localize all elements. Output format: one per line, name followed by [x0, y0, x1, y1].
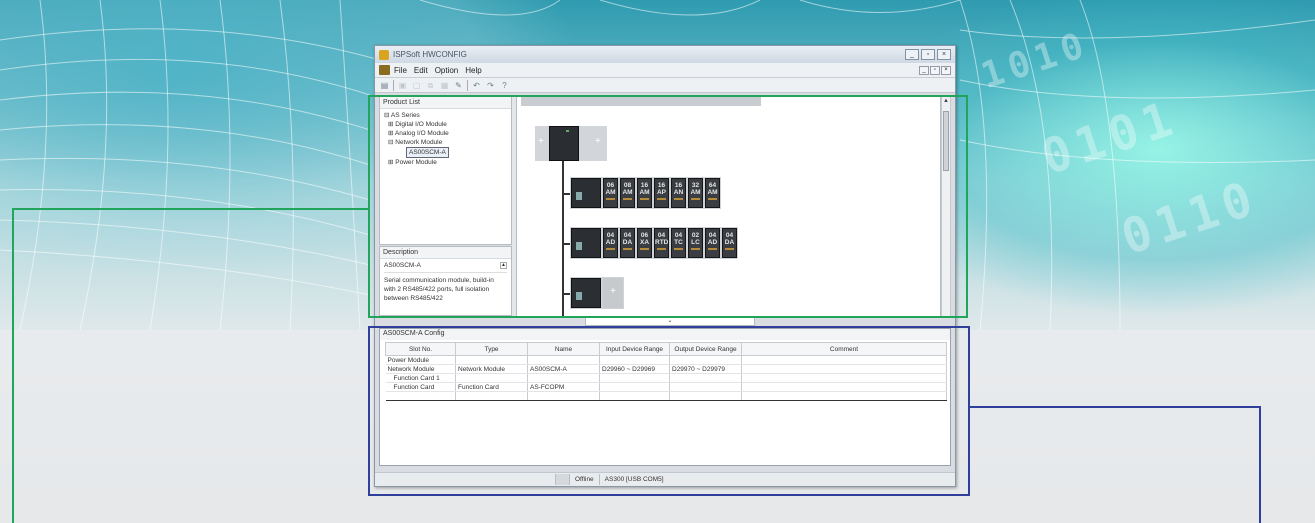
copy-icon[interactable]: ⧉ [425, 80, 436, 91]
expand-handle[interactable]: ⌄ [585, 318, 755, 326]
open-icon[interactable]: ▢ [411, 80, 422, 91]
toolbar-separator [467, 79, 468, 91]
menu-option[interactable]: Option [435, 66, 459, 75]
save-icon[interactable]: ▣ [397, 80, 408, 91]
window-title: ISPSoft HWCONFIG [393, 50, 467, 59]
menu-file[interactable]: File [394, 66, 407, 75]
menu-help[interactable]: Help [465, 66, 481, 75]
toolbar-separator [393, 79, 394, 91]
mdi-minimize-button[interactable]: _ [919, 65, 929, 75]
menu-bar: File Edit Option Help _ ▫ × [375, 63, 955, 78]
minimize-button[interactable]: _ [905, 49, 919, 60]
callout-line-green-vertical [12, 208, 14, 523]
callout-line-green [12, 208, 370, 210]
mdi-restore-button[interactable]: ▫ [930, 65, 940, 75]
document-icon [379, 65, 390, 75]
mdi-close-button[interactable]: × [941, 65, 951, 75]
pencil-icon[interactable]: ✎ [453, 80, 464, 91]
help-icon[interactable]: ? [499, 80, 510, 91]
callout-line-blue [968, 406, 1261, 408]
highlight-config-area [368, 326, 970, 496]
close-button[interactable]: × [937, 49, 951, 60]
toolbar: ▤ ▣ ▢ ⧉ ▦ ✎ ↶ ↷ ? [375, 78, 955, 93]
paste-icon[interactable]: ▦ [439, 80, 450, 91]
maximize-button[interactable]: ▫ [921, 49, 935, 60]
title-bar: ISPSoft HWCONFIG _ ▫ × [375, 46, 955, 63]
new-icon[interactable]: ▤ [379, 80, 390, 91]
app-icon [379, 49, 389, 60]
menu-edit[interactable]: Edit [414, 66, 428, 75]
redo-icon[interactable]: ↷ [485, 80, 496, 91]
callout-line-blue-vertical [1259, 406, 1261, 523]
highlight-hardware-area [368, 95, 968, 318]
undo-icon[interactable]: ↶ [471, 80, 482, 91]
